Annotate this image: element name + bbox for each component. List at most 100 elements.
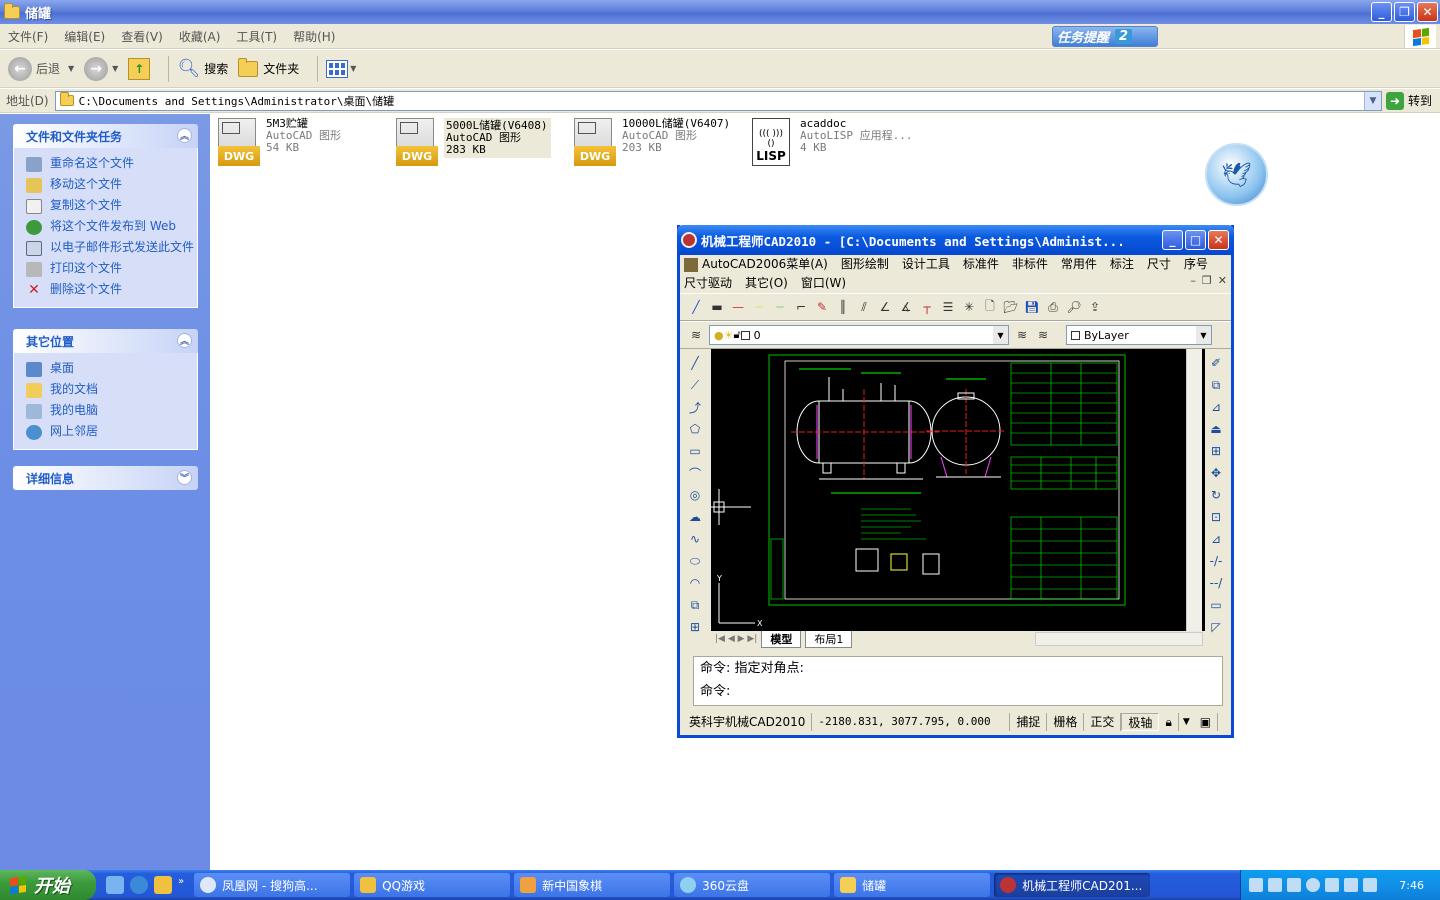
arc-icon[interactable]: ⌒ xyxy=(686,464,704,482)
cad-menu-dimension[interactable]: 标注 xyxy=(1110,255,1134,274)
task-delete[interactable]: ✕ 删除这个文件 xyxy=(26,280,197,301)
cad-menu-size[interactable]: 尺寸 xyxy=(1147,255,1171,274)
mdi-close-button[interactable]: ✕ xyxy=(1218,274,1227,287)
preview-icon[interactable]: 🔎︎ xyxy=(1066,299,1082,315)
layer-dropdown-icon[interactable]: ▼ xyxy=(993,326,1008,344)
save-icon[interactable]: 💾︎ xyxy=(1024,299,1040,315)
rotate-icon[interactable]: ↻ xyxy=(1207,486,1225,504)
ime-icon[interactable] xyxy=(1287,878,1301,892)
cad-maximize-button[interactable]: □ xyxy=(1185,230,1206,250)
canvas-vertical-scrollbar[interactable] xyxy=(1186,349,1202,631)
rectangle-icon[interactable]: ▭ xyxy=(686,442,704,460)
cad-menu-size-drive[interactable]: 尺寸驱动 xyxy=(684,274,732,293)
menu-edit[interactable]: 编辑(E) xyxy=(56,28,113,45)
command-window[interactable]: 命令: 指定对角点: 命令: xyxy=(693,656,1223,706)
quick-launch-more-icon[interactable]: » xyxy=(178,876,184,894)
restore-button[interactable]: ❐ xyxy=(1394,2,1415,22)
cad-close-button[interactable]: ✕ xyxy=(1208,230,1229,250)
task-print[interactable]: 打印这个文件 xyxy=(26,259,197,280)
taskbar-item-chess[interactable]: 新中国象棋 xyxy=(514,873,671,897)
trim-icon[interactable]: -/- xyxy=(1207,552,1225,570)
task-email[interactable]: 以电子邮件形式发送此文件 xyxy=(26,238,197,259)
cad-menu-autocad[interactable]: AutoCAD2006菜单(A) xyxy=(684,255,828,274)
up-folder-button[interactable]: ↑ xyxy=(128,57,151,80)
polar-toggle[interactable]: 极轴 xyxy=(1121,713,1160,731)
menu-file[interactable]: 文件(F) xyxy=(0,28,56,45)
cad-titlebar[interactable]: 机械工程师CAD2010 - [C:\Documents and Setting… xyxy=(677,225,1234,255)
cad-menu-other[interactable]: 其它(O) xyxy=(745,274,788,293)
revcloud-icon[interactable]: ☁ xyxy=(686,508,704,526)
circle-icon[interactable]: ◎ xyxy=(686,486,704,504)
forward-button[interactable]: → ▼ xyxy=(84,56,118,81)
folders-button[interactable]: 文件夹 xyxy=(238,57,299,77)
scale-icon[interactable]: ⊡ xyxy=(1207,508,1225,526)
status-lock-icon[interactable]: 🔒︎ xyxy=(1159,713,1179,731)
place-my-documents[interactable]: 我的文档 xyxy=(26,380,197,401)
dash-line-icon[interactable]: ┄ xyxy=(751,299,767,315)
publish-icon[interactable]: ⇪ xyxy=(1087,299,1103,315)
cad-menu-design[interactable]: 设计工具 xyxy=(902,255,950,274)
center-line-icon[interactable]: ┈ xyxy=(772,299,788,315)
details-header[interactable]: 详细信息 ︾ xyxy=(13,466,198,490)
help-icon[interactable] xyxy=(1268,878,1282,892)
new-file-icon[interactable]: 🗋 xyxy=(982,299,998,315)
color-dropdown-icon[interactable]: ▼ xyxy=(1196,326,1211,344)
red-line-icon[interactable]: — xyxy=(730,299,746,315)
start-button[interactable]: 开始 xyxy=(0,870,96,900)
keyboard-icon[interactable] xyxy=(1249,878,1263,892)
layer-select[interactable]: ● ☀ 🔓︎ 0 ▼ xyxy=(709,325,1009,345)
expand-chevron-icon[interactable]: ︾ xyxy=(177,470,192,485)
show-desktop-icon[interactable] xyxy=(106,876,124,894)
print-icon[interactable]: ⎙ xyxy=(1045,299,1061,315)
task-rename[interactable]: 重命名这个文件 xyxy=(26,154,197,175)
ellipse-arc-icon[interactable]: ◠ xyxy=(686,574,704,592)
cad-menu-sequence[interactable]: 序号 xyxy=(1184,255,1208,274)
task-move[interactable]: 移动这个文件 xyxy=(26,175,197,196)
angle-icon[interactable]: ∠ xyxy=(877,299,893,315)
mdi-restore-button[interactable]: ❐ xyxy=(1202,274,1212,287)
angle-dim-icon[interactable]: ∡ xyxy=(898,299,914,315)
tray-expand-icon[interactable] xyxy=(1306,878,1320,892)
mirror-icon[interactable]: ⊿ xyxy=(1207,398,1225,416)
ellipse-icon[interactable]: ⬭ xyxy=(686,552,704,570)
collapse-chevron-icon[interactable]: ︽ xyxy=(177,128,192,143)
color-select[interactable]: ByLayer ▼ xyxy=(1066,325,1212,345)
file-tasks-header[interactable]: 文件和文件夹任务 ︽ xyxy=(13,124,198,148)
file-item[interactable]: DWG 5M3贮罐 AutoCAD 图形 54 KB xyxy=(218,118,341,166)
ortho-toggle[interactable]: 正交 xyxy=(1084,713,1122,731)
go-button[interactable]: ➜ 转到 xyxy=(1382,91,1440,110)
file-item[interactable]: ((( )))() LISP acaddoc AutoLISP 应用程... 4 KB xyxy=(752,118,912,166)
task-publish-web[interactable]: 将这个文件发布到 Web xyxy=(26,217,197,238)
volume-icon[interactable] xyxy=(1363,878,1377,892)
grid-toggle[interactable]: 栅格 xyxy=(1047,713,1085,731)
ruler-icon[interactable]: ┬ xyxy=(919,299,935,315)
pen-icon[interactable]: ✎ xyxy=(814,299,830,315)
polygon-icon[interactable]: ⬠ xyxy=(686,420,704,438)
search-button[interactable]: 🔍︎ 搜索 xyxy=(177,58,228,79)
back-button[interactable]: ← 后退 ▼ xyxy=(8,56,74,81)
tab-nav-icon[interactable]: |◀ ◀ ▶ ▶| xyxy=(715,634,757,644)
forward-dropdown-icon[interactable]: ▼ xyxy=(112,64,118,73)
place-network[interactable]: 网上邻居 xyxy=(26,422,197,443)
line-icon[interactable]: ╱ xyxy=(686,354,704,372)
cad-minimize-button[interactable]: _ xyxy=(1162,230,1183,250)
back-dropdown-icon[interactable]: ▼ xyxy=(68,64,74,73)
spline-icon[interactable]: ∿ xyxy=(686,530,704,548)
polyline-icon[interactable]: ⤴ xyxy=(686,398,704,416)
close-button[interactable]: ✕ xyxy=(1417,2,1438,22)
place-my-computer[interactable]: 我的电脑 xyxy=(26,401,197,422)
cad-canvas[interactable]: Y X xyxy=(711,349,1205,631)
taskbar-item-qqgame[interactable]: QQ游戏 xyxy=(354,873,511,897)
mdi-minimize-button[interactable]: – xyxy=(1190,274,1196,287)
equal-icon[interactable]: ☰ xyxy=(940,299,956,315)
bird-logo-icon[interactable]: 🕊︎ xyxy=(1205,143,1268,206)
extend-icon[interactable]: --/ xyxy=(1207,574,1225,592)
array-icon[interactable]: ⊞ xyxy=(1207,442,1225,460)
thick-line-icon[interactable]: ▬ xyxy=(709,299,725,315)
status-menu-icon[interactable]: ▼ xyxy=(1179,717,1194,727)
tab-model[interactable]: 模型 xyxy=(761,630,802,648)
parallel-icon[interactable]: ║ xyxy=(835,299,851,315)
canvas-horizontal-scrollbar[interactable] xyxy=(1035,632,1203,646)
hatch-icon[interactable]: ⫽ xyxy=(856,299,872,315)
move-icon[interactable]: ✥ xyxy=(1207,464,1225,482)
